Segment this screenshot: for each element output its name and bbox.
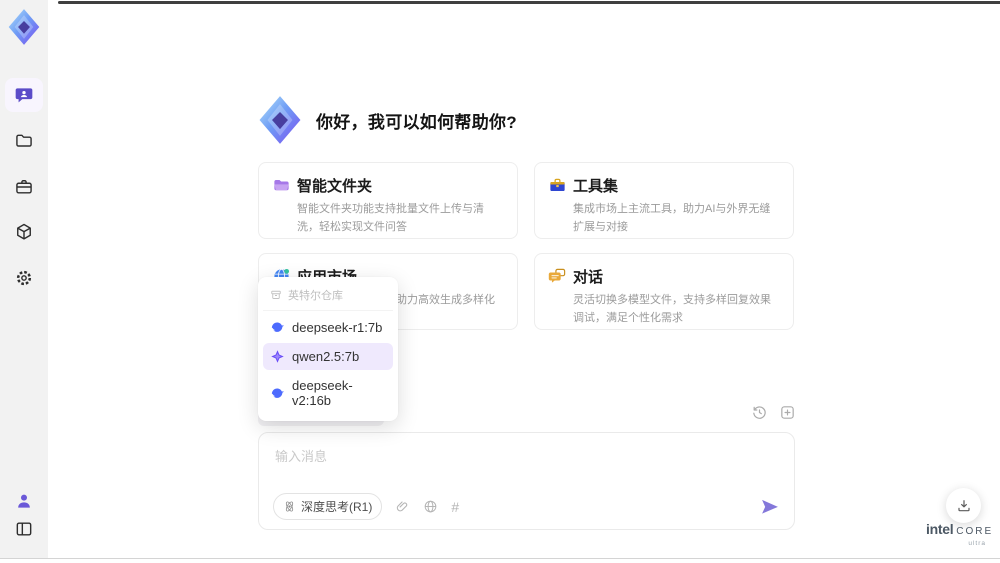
model-option-deepseek-v2[interactable]: deepseek-v2:16b	[263, 372, 393, 414]
intel-wordmark: intel	[926, 521, 954, 537]
settings-gear-icon	[16, 270, 32, 286]
model-option-label: deepseek-v2:16b	[292, 378, 353, 408]
download-icon	[957, 499, 970, 511]
sidebar	[0, 0, 48, 558]
sidebar-item-models[interactable]	[0, 215, 48, 249]
sidebar-item-settings[interactable]	[0, 261, 48, 295]
app-window: 你好，我可以如何帮助你? 智能文件夹 智能文件夹功能支持批量文件上传与清洗，轻松…	[0, 0, 1000, 563]
globe-icon	[425, 500, 437, 513]
card-title: 智能文件夹	[297, 178, 373, 195]
deepseek-icon	[271, 388, 284, 398]
panel-toggle-icon	[16, 522, 32, 536]
toolbox-nav-icon	[16, 180, 32, 194]
attach-button[interactable]	[395, 499, 410, 514]
model-dropdown-header: 英特尔仓库	[263, 282, 393, 311]
dialog-icon	[548, 268, 566, 283]
toolset-icon	[550, 178, 565, 192]
qwen-icon	[271, 350, 284, 363]
window-bottom-border	[0, 558, 1000, 559]
greeting-title: 你好，我可以如何帮助你?	[316, 112, 517, 132]
model-option-label: qwen2.5:7b	[292, 349, 360, 364]
model-option-deepseek-r1[interactable]: deepseek-r1:7b	[263, 314, 393, 341]
card-title: 工具集	[573, 178, 619, 195]
card-smart-folder[interactable]: 智能文件夹 智能文件夹功能支持批量文件上传与清洗，轻松实现文件问答	[258, 162, 518, 239]
send-button[interactable]	[760, 497, 780, 517]
user-icon	[18, 494, 30, 508]
core-wordmark: CORE	[956, 526, 994, 537]
model-option-qwen[interactable]: qwen2.5:7b	[263, 343, 393, 370]
model-option-label: deepseek-r1:7b	[292, 320, 383, 335]
sidebar-item-panel-toggle[interactable]	[0, 512, 48, 546]
repository-icon	[271, 290, 281, 299]
history-icon[interactable]	[751, 404, 768, 421]
download-fab[interactable]	[946, 488, 981, 523]
card-toolset[interactable]: 工具集 集成市场上主流工具，助力AI与外界无缝扩展与对接	[534, 162, 794, 239]
model-dropdown: 英特尔仓库 deepseek-r1:7b qwen2.5:7b deepseek…	[258, 277, 398, 421]
composer-toolbar: 深度思考(R1) #	[273, 493, 780, 520]
web-access-button[interactable]	[423, 499, 438, 514]
greeting: 你好，我可以如何帮助你?	[256, 95, 517, 145]
deepseek-icon	[271, 322, 284, 332]
card-desc: 灵活切换多模型文件，支持多样回复效果调试，满足个性化需求	[573, 294, 771, 324]
card-dialog[interactable]: 对话 灵活切换多模型文件，支持多样回复效果调试，满足个性化需求	[534, 253, 794, 330]
hash-button[interactable]: #	[451, 499, 459, 515]
ultra-label: ultra	[968, 540, 986, 547]
send-icon	[762, 499, 778, 514]
intel-core-logo: intel CORE ultra	[926, 521, 992, 547]
card-title: 对话	[573, 269, 604, 286]
sidebar-item-tools[interactable]	[0, 170, 48, 204]
chat-nav-icon	[15, 88, 33, 103]
paperclip-icon	[397, 501, 408, 512]
new-chat-icon[interactable]	[779, 404, 796, 421]
folder-nav-icon	[16, 134, 32, 147]
deep-think-icon	[285, 501, 294, 512]
card-desc: 集成市场上主流工具，助力AI与外界无缝扩展与对接	[573, 203, 771, 233]
card-desc: 智能文件夹功能支持批量文件上传与清洗，轻松实现文件问答	[297, 203, 484, 233]
sidebar-item-folders[interactable]	[0, 124, 48, 158]
models-cube-icon	[17, 223, 31, 240]
message-input-placeholder: 输入消息	[275, 449, 328, 464]
chat-actions	[751, 404, 796, 421]
model-dropdown-header-label: 英特尔仓库	[288, 290, 343, 302]
deep-think-toggle[interactable]: 深度思考(R1)	[273, 493, 383, 520]
smart-folder-icon	[274, 179, 289, 191]
app-logo	[8, 9, 40, 45]
deep-think-label: 深度思考(R1)	[301, 500, 373, 514]
greeting-logo	[259, 96, 301, 144]
sidebar-item-chat[interactable]	[5, 78, 43, 112]
window-top-accent	[58, 1, 1000, 4]
message-input[interactable]: 输入消息 深度思考(R1) #	[258, 432, 795, 530]
